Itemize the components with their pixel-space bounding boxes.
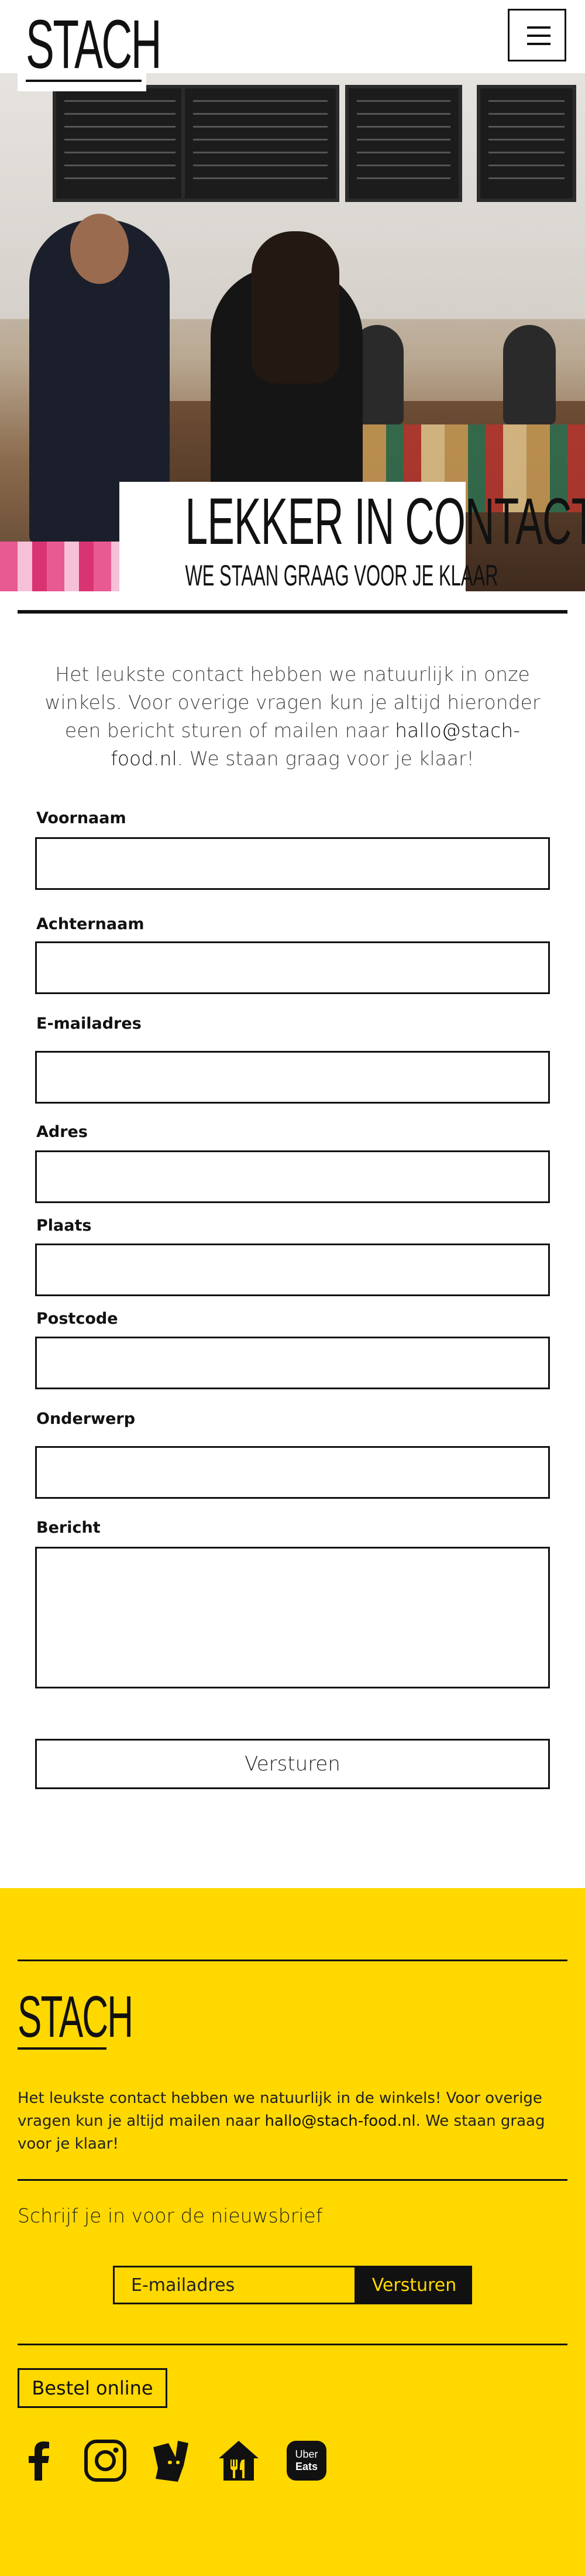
last-name-field[interactable] <box>35 941 550 994</box>
divider <box>18 2344 567 2345</box>
hamburger-menu-icon <box>527 35 550 37</box>
uber-eats-label: Eats <box>295 2461 318 2472</box>
hamburger-menu-icon <box>527 26 550 29</box>
footer-logo[interactable]: STACH <box>18 1984 135 2053</box>
email-field[interactable] <box>35 1051 550 1104</box>
message-field[interactable] <box>35 1547 550 1688</box>
address-field[interactable] <box>35 1150 550 1203</box>
menu-button[interactable] <box>508 9 566 61</box>
social-links: Uber Eats <box>18 2438 567 2485</box>
hero-title-box: LEKKER IN CONTACT WE STAAN GRAAG VOOR JE… <box>119 482 585 599</box>
newsletter-title: Schrijf je in voor de nieuwsbrief <box>18 2204 323 2227</box>
postcode-field[interactable] <box>35 1337 550 1389</box>
last-name-label: Achternaam <box>36 915 144 933</box>
postcode-label: Postcode <box>36 1310 118 1328</box>
hero-photo-customer-hair <box>252 231 339 383</box>
first-name-label: Voornaam <box>36 809 126 827</box>
divider <box>18 2179 567 2181</box>
newsletter-email-input[interactable] <box>113 2266 356 2304</box>
menu-chalkboard <box>53 85 187 202</box>
order-online-button[interactable]: Bestel online <box>18 2368 167 2408</box>
newsletter-submit-button[interactable]: Versturen <box>356 2266 472 2304</box>
logo-text: STACH <box>26 6 162 83</box>
site-header: STACH <box>0 0 585 91</box>
deliveroo-icon[interactable] <box>150 2438 194 2483</box>
menu-chalkboard <box>181 85 339 202</box>
menu-chalkboard <box>477 85 576 202</box>
uber-eats-label: Uber <box>295 2448 318 2460</box>
footer-logo-text: STACH <box>18 1984 133 2050</box>
hamburger-menu-icon <box>527 43 550 45</box>
page-title: LEKKER IN CONTACT <box>185 485 585 558</box>
menu-chalkboard <box>345 85 462 202</box>
thuisbezorgd-icon[interactable] <box>216 2438 261 2483</box>
address-label: Adres <box>36 1123 88 1141</box>
city-label: Plaats <box>36 1217 92 1235</box>
email-label: E-mailadres <box>36 1015 142 1033</box>
intro-text-part: . We staan graag voor je klaar! <box>177 747 474 770</box>
subject-field[interactable] <box>35 1446 550 1499</box>
instagram-icon[interactable] <box>83 2438 128 2483</box>
divider <box>18 1960 567 1961</box>
divider <box>18 610 567 614</box>
site-footer: STACH Het leukste contact hebben we natu… <box>0 1888 585 2576</box>
footer-email-link[interactable]: hallo@stach-food.nl <box>265 2112 416 2130</box>
page-subtitle: WE STAAN GRAAG VOOR JE KLAAR <box>185 559 498 592</box>
hero-photo-staff <box>503 325 556 424</box>
logo-underline <box>26 80 142 82</box>
facebook-icon[interactable] <box>18 2438 62 2483</box>
uber-eats-icon[interactable]: Uber Eats <box>284 2438 329 2483</box>
footer-logo-underline <box>18 2047 106 2050</box>
hero-photo-customer-head <box>70 214 129 284</box>
subject-label: Onderwerp <box>36 1410 136 1428</box>
submit-button[interactable]: Versturen <box>35 1739 550 1789</box>
footer-contact-text: Het leukste contact hebben we natuurlijk… <box>18 2087 567 2156</box>
intro-text: Het leukste contact hebben we natuurlijk… <box>35 660 550 773</box>
stach-logo[interactable]: STACH <box>18 5 162 91</box>
city-field[interactable] <box>35 1244 550 1296</box>
first-name-field[interactable] <box>35 837 550 890</box>
message-label: Bericht <box>36 1519 101 1537</box>
